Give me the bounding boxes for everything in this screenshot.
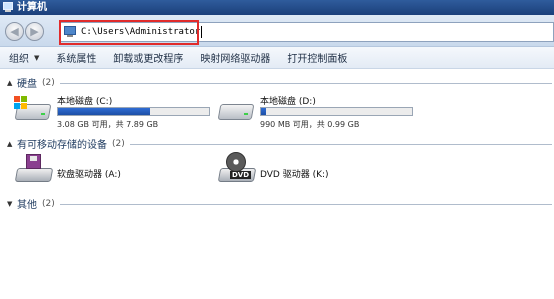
system-drive-icon xyxy=(14,96,52,124)
organize-menu[interactable]: 组织 ▼ xyxy=(9,50,40,66)
title-bar: 计算机 xyxy=(0,0,554,15)
dvd-drive-icon: DVD xyxy=(217,152,257,186)
group-header-other[interactable]: ▼ 其他 (2) xyxy=(7,196,552,211)
group-header-hard-disks[interactable]: ▲ 硬盘 (2) xyxy=(7,75,552,90)
hard-drive-icon xyxy=(217,96,255,124)
group-divider xyxy=(129,143,552,145)
group-count: (2) xyxy=(42,198,55,209)
group-divider xyxy=(59,203,552,205)
uninstall-program-button[interactable]: 卸载或更改程序 xyxy=(113,50,183,65)
drive-item-c[interactable]: 本地磁盘 (C:) 3.08 GB 可用，共 7.89 GB xyxy=(14,94,214,134)
drive-item-k[interactable]: DVD DVD 驱动器 (K:) xyxy=(217,152,417,190)
free-space-text: 3.08 GB 可用，共 7.89 GB xyxy=(57,120,159,129)
address-input[interactable]: C:\Users\Administrator xyxy=(81,27,200,37)
group-label: 有可移动存储的设备 xyxy=(17,140,107,151)
group-header-removable[interactable]: ▲ 有可移动存储的设备 (2) xyxy=(7,136,552,151)
drive-name: 软盘驱动器 (A:) xyxy=(57,170,121,180)
group-count: (2) xyxy=(42,77,55,88)
chevron-down-icon: ▼ xyxy=(34,53,40,62)
floppy-drive-icon xyxy=(14,154,54,186)
group-count: (2) xyxy=(112,138,125,149)
drive-item-d[interactable]: 本地磁盘 (D:) 990 MB 可用，共 0.99 GB xyxy=(217,94,427,134)
collapse-triangle-icon: ▲ xyxy=(7,139,13,148)
collapse-triangle-icon: ▲ xyxy=(7,78,13,87)
computer-icon xyxy=(63,26,77,38)
computer-icon xyxy=(2,2,14,13)
arrow-left-icon: ◀ xyxy=(10,25,19,38)
system-properties-button[interactable]: 系统属性 xyxy=(56,50,96,65)
window-title: 计算机 xyxy=(17,2,47,13)
text-caret xyxy=(201,26,203,38)
organize-label: 组织 xyxy=(9,54,29,65)
arrow-right-icon: ▶ xyxy=(30,25,39,38)
open-control-panel-button[interactable]: 打开控制面板 xyxy=(287,50,347,65)
windows-logo-icon xyxy=(14,96,27,109)
drive-list-pane: ▲ 硬盘 (2) 本地磁盘 (C:) 3.08 GB 可用，共 7.89 GB … xyxy=(0,70,554,299)
drive-item-a[interactable]: 软盘驱动器 (A:) xyxy=(14,154,214,190)
drive-name: DVD 驱动器 (K:) xyxy=(260,170,329,180)
usage-bar xyxy=(57,107,210,116)
group-divider xyxy=(59,82,552,84)
group-label: 其他 xyxy=(17,200,37,211)
back-button[interactable]: ◀ xyxy=(5,22,24,41)
free-space-text: 990 MB 可用，共 0.99 GB xyxy=(260,120,360,129)
map-network-drive-button[interactable]: 映射网络驱动器 xyxy=(200,50,270,65)
expand-triangle-icon: ▼ xyxy=(7,199,13,208)
forward-button[interactable]: ▶ xyxy=(25,22,44,41)
address-bar[interactable]: C:\Users\Administrator xyxy=(59,22,554,42)
drive-name: 本地磁盘 (C:) xyxy=(57,97,113,107)
command-bar: 组织 ▼ 系统属性 卸载或更改程序 映射网络驱动器 打开控制面板 xyxy=(0,47,554,69)
group-label: 硬盘 xyxy=(17,79,37,90)
drive-name: 本地磁盘 (D:) xyxy=(260,97,316,107)
usage-bar-fill xyxy=(58,108,151,115)
usage-bar xyxy=(260,107,413,116)
navigation-bar: ◀ ▶ C:\Users\Administrator xyxy=(0,15,554,47)
usage-bar-fill xyxy=(261,108,266,115)
